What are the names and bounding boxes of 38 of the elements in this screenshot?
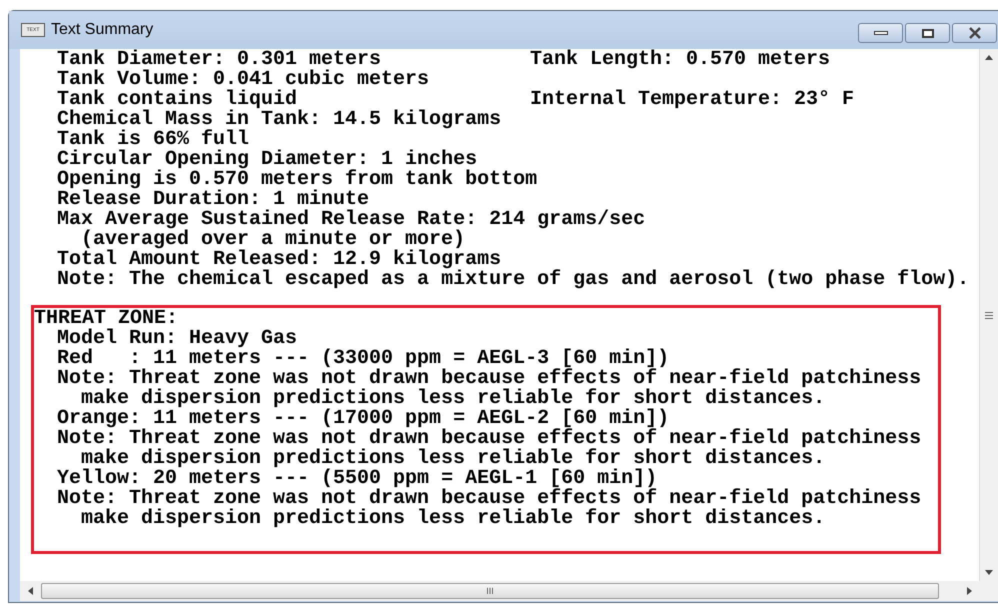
summary-text: Circular Opening Diameter: 1 inches: [57, 150, 478, 170]
threat-zone-text: Note: Threat zone was not drawn because effects of near-field patchiness: [56, 429, 922, 449]
summary-text: Opening is 0.570 meters from tank bottom: [57, 170, 538, 190]
threat-zone-text: Red : 11 meters --- (33000 ppm = AEGL-3 [60 min]): [56, 349, 670, 369]
summary-text: (averaged over a minute or more): [81, 230, 466, 250]
close-icon: [968, 27, 982, 39]
threat-zone-text: Yellow: 20 meters --- (5500 ppm = AEGL-1 [60 min]): [56, 469, 658, 489]
window-title: Text Summary: [51, 20, 154, 40]
scroll-up-icon: [985, 55, 993, 60]
minimize-button[interactable]: [858, 23, 903, 43]
summary-text: Tank contains liquid: [57, 90, 298, 110]
scroll-right-icon: [967, 587, 972, 595]
maximize-button[interactable]: [905, 23, 950, 43]
scroll-left-icon: [28, 587, 33, 595]
threat-zone-text: make dispersion predictions less reliable for short distances.: [81, 449, 826, 469]
summary-text: Tank Diameter: 0.301 meters: [57, 50, 382, 70]
grip-icon: [985, 312, 993, 318]
section-heading: THREAT ZONE:: [34, 309, 180, 329]
horizontal-scroll-thumb[interactable]: III: [41, 583, 939, 599]
grip-text: III: [486, 586, 494, 596]
summary-text: Tank Volume: 0.041 cubic meters: [57, 70, 430, 90]
summary-text: Tank is 66% full: [57, 130, 250, 150]
vertical-scrollbar[interactable]: [979, 49, 998, 581]
summary-text: Total Amount Released: 12.9 kilograms: [57, 250, 502, 270]
summary-text: Chemical Mass in Tank: 14.5 kilograms: [57, 110, 502, 130]
summary-text: Max Average Sustained Release Rate: 214 grams/sec: [57, 210, 646, 230]
threat-zone-text: make dispersion predictions less reliable for short distances.: [81, 389, 826, 409]
summary-text: Release Duration: 1 minute: [57, 190, 370, 210]
summary-text: Note: The chemical escaped as a mixture of gas and aerosol (two phase flow).: [57, 270, 970, 290]
summary-text: Internal Temperature: 23° F: [530, 90, 854, 110]
threat-zone-text: Orange: 11 meters --- (17000 ppm = AEGL-2 [60 min]): [56, 409, 670, 429]
threat-zone-text: Model Run: Heavy Gas: [56, 329, 298, 349]
threat-zone-text: make dispersion predictions less reliable for short distances.: [80, 509, 826, 529]
threat-zone-text: Note: Threat zone was not drawn because effects of near-field patchiness: [56, 369, 922, 389]
scroll-down-icon: [985, 570, 993, 575]
summary-text: Tank Length: 0.570 meters: [530, 50, 830, 70]
threat-zone-text: Note: Threat zone was not drawn because effects of near-field patchiness: [56, 489, 922, 509]
close-button[interactable]: [952, 23, 997, 43]
